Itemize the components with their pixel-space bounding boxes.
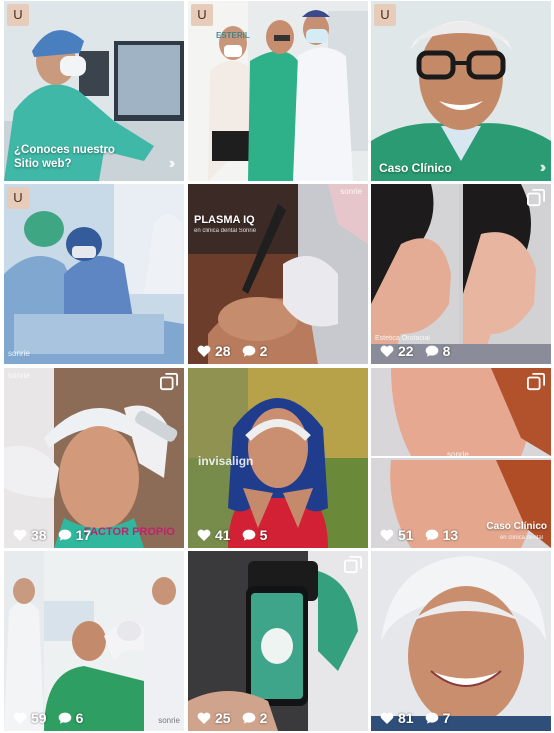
- brand-watermark: sonrie: [447, 450, 469, 459]
- comment-icon: [425, 345, 438, 357]
- heart-icon: [380, 712, 394, 724]
- post-photo: [4, 184, 184, 364]
- comment-icon: [242, 345, 255, 357]
- post-photo: [4, 551, 184, 731]
- comment-count: 2: [259, 710, 268, 726]
- post-tile-8[interactable]: invisalign 41 5: [188, 368, 368, 548]
- carousel-icon: [527, 189, 545, 207]
- user-badge: U: [374, 4, 396, 26]
- post-tile-5[interactable]: PLASMA IQ en clinica dental Sonrie sonri…: [188, 184, 368, 364]
- post-tile-11[interactable]: 25 2: [188, 551, 368, 731]
- comment-count: 6: [75, 710, 84, 726]
- wall-sign: ESTERIL: [216, 31, 250, 40]
- post-caption: ¿Conoces nuestro Sitio web?: [14, 144, 115, 170]
- post-photo: [371, 551, 551, 731]
- like-count: 28: [215, 343, 231, 359]
- user-badge: U: [191, 4, 213, 26]
- comment-icon: [425, 712, 438, 724]
- carousel-icon: [344, 556, 362, 574]
- post-photo: [4, 368, 184, 548]
- comment-count: 8: [442, 343, 451, 359]
- comment-count: 17: [75, 527, 92, 543]
- carousel-icon: [160, 373, 178, 391]
- brand-watermark: sonrie: [8, 371, 30, 380]
- post-tile-6[interactable]: Estetica Orofacial 22 8: [371, 184, 551, 364]
- post-stats: 41 5: [196, 527, 267, 543]
- like-count: 38: [31, 527, 47, 543]
- brand-watermark: sonrie: [158, 716, 180, 725]
- post-photo: [371, 1, 551, 181]
- post-stats: 22 8: [379, 343, 450, 359]
- post-caption: Estetica Orofacial: [375, 335, 430, 342]
- post-photo: [188, 1, 368, 181]
- post-tile-3[interactable]: U Caso Clínico ›››: [371, 1, 551, 181]
- post-stats: 38 17: [12, 527, 91, 543]
- like-count: 22: [398, 343, 414, 359]
- heart-icon: [380, 345, 394, 357]
- like-count: 51: [398, 527, 414, 543]
- carousel-icon: [527, 373, 545, 391]
- post-stats: 59 6: [12, 710, 83, 726]
- post-caption: Caso Clínico: [486, 521, 547, 532]
- like-count: 41: [215, 527, 231, 543]
- heart-icon: [197, 529, 211, 541]
- heart-icon: [197, 712, 211, 724]
- post-stats: 25 2: [196, 710, 267, 726]
- brand-logo: invisalign: [198, 454, 254, 468]
- post-tile-1[interactable]: U ¿Conoces nuestro Sitio web? ›››: [4, 1, 184, 181]
- comment-count: 13: [442, 527, 459, 543]
- like-count: 81: [398, 710, 414, 726]
- post-tile-2[interactable]: U ESTERIL: [188, 1, 368, 181]
- heart-icon: [13, 712, 27, 724]
- post-caption: Caso Clínico: [379, 161, 452, 175]
- brand-watermark: sonrie: [8, 349, 30, 358]
- post-photo: [188, 184, 368, 364]
- like-count: 25: [215, 710, 231, 726]
- post-stats: 81 7: [379, 710, 450, 726]
- post-tile-10[interactable]: sonrie 59 6: [4, 551, 184, 731]
- post-tile-7[interactable]: sonrie FACTOR PROPIO 38 17: [4, 368, 184, 548]
- comment-count: 7: [442, 710, 451, 726]
- comment-icon: [58, 712, 71, 724]
- post-photo: [188, 551, 368, 731]
- comment-icon: [58, 529, 71, 541]
- post-caption: FACTOR PROPIO: [84, 526, 175, 538]
- post-subtitle: en clinica dental Sonrie: [194, 228, 257, 234]
- brand-watermark: sonrie: [340, 187, 362, 196]
- post-stats: 51 13: [379, 527, 458, 543]
- user-badge: U: [7, 4, 29, 26]
- like-count: 59: [31, 710, 47, 726]
- comment-icon: [425, 529, 438, 541]
- heart-icon: [197, 345, 211, 357]
- post-tile-12[interactable]: 81 7: [371, 551, 551, 731]
- post-tile-4[interactable]: U sonrie: [4, 184, 184, 364]
- comment-icon: [242, 712, 255, 724]
- post-subtitle: en clinica dental: [499, 535, 543, 541]
- post-title: PLASMA IQ: [194, 214, 255, 226]
- comment-count: 2: [259, 343, 268, 359]
- comment-count: 5: [259, 527, 268, 543]
- heart-icon: [13, 529, 27, 541]
- heart-icon: [380, 529, 394, 541]
- comment-icon: [242, 529, 255, 541]
- user-badge: U: [7, 187, 29, 209]
- post-tile-9[interactable]: sonrie Caso Clínico en clinica dental 51…: [371, 368, 551, 548]
- post-stats: 28 2: [196, 343, 267, 359]
